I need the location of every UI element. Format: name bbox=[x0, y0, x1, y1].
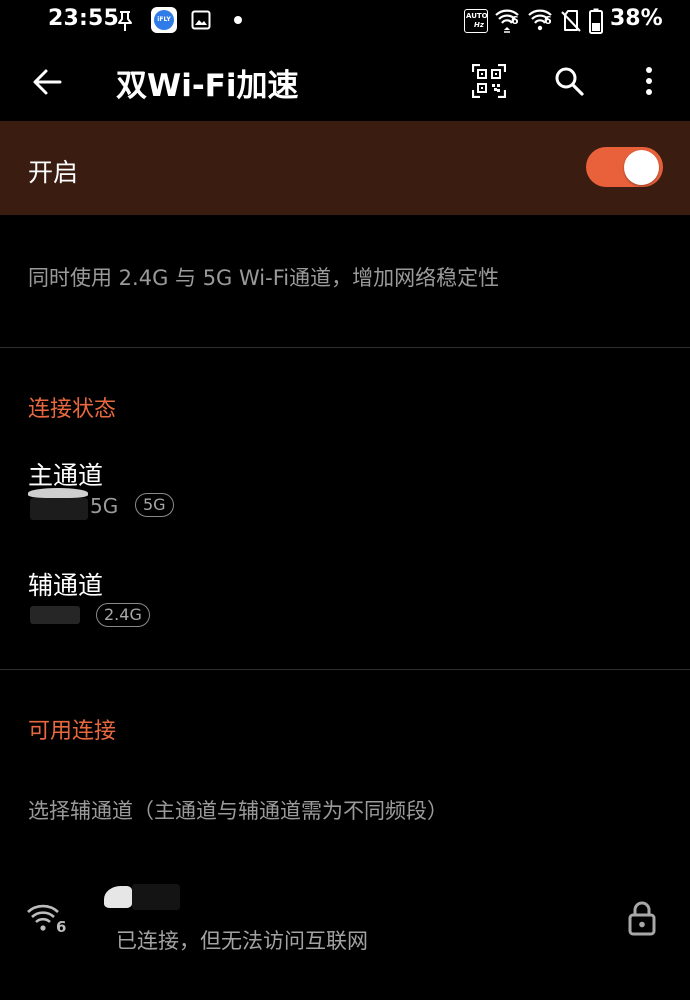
page-title: 双Wi-Fi加速 bbox=[116, 68, 299, 104]
wifi-6-icon: 6 bbox=[26, 902, 66, 938]
redacted-ssid bbox=[104, 886, 132, 908]
secondary-channel-title: 辅通道 bbox=[28, 571, 104, 600]
ifly-label: iFLY bbox=[154, 10, 174, 30]
qr-scan-icon bbox=[472, 64, 506, 98]
qr-scan-button[interactable] bbox=[466, 58, 512, 104]
back-button[interactable] bbox=[24, 58, 72, 106]
arrow-back-icon bbox=[32, 68, 62, 96]
redacted-ssid bbox=[30, 498, 88, 520]
search-button[interactable] bbox=[546, 58, 592, 104]
image-icon bbox=[191, 10, 211, 30]
wifi-6-icon: 6 bbox=[494, 6, 522, 34]
primary-channel-title: 主通道 bbox=[28, 461, 104, 490]
network-list-item[interactable] bbox=[0, 862, 690, 972]
master-toggle-thumb[interactable] bbox=[624, 150, 659, 185]
pin-icon bbox=[116, 10, 134, 32]
divider bbox=[0, 669, 690, 670]
band-badge-2-4g: 2.4G bbox=[96, 603, 150, 627]
redacted-ssid bbox=[28, 488, 88, 498]
secondary-channel-item bbox=[0, 550, 690, 650]
wifi-gen-label: 6 bbox=[544, 14, 552, 27]
section-header-available: 可用连接 bbox=[28, 719, 117, 744]
more-vert-icon bbox=[644, 66, 654, 96]
redacted-ssid bbox=[30, 606, 80, 624]
wifi-gen-label: 6 bbox=[511, 14, 519, 27]
status-time: 23:55 bbox=[48, 6, 120, 31]
hz-label: Hz bbox=[474, 21, 484, 29]
dot-icon bbox=[234, 16, 242, 24]
search-icon bbox=[554, 66, 584, 96]
auto-label: AUTO bbox=[466, 12, 488, 20]
no-sim-icon bbox=[561, 9, 581, 33]
wifi-gen-label: 6 bbox=[56, 918, 67, 936]
primary-channel-item bbox=[0, 440, 690, 540]
auto-hz-icon: AUTO Hz bbox=[464, 9, 488, 33]
feature-description: 同时使用 2.4G 与 5G Wi-Fi通道，增加网络稳定性 bbox=[28, 266, 500, 290]
ifly-app-icon: iFLY bbox=[151, 7, 177, 33]
redacted-ssid bbox=[132, 884, 180, 910]
wifi-6-icon: 6 bbox=[527, 6, 555, 34]
band-badge-5g: 5G bbox=[135, 493, 174, 517]
lock-icon bbox=[627, 900, 657, 936]
primary-ssid-suffix: 5G bbox=[90, 494, 119, 518]
master-switch-label: 开启 bbox=[28, 158, 79, 187]
more-options-button[interactable] bbox=[628, 58, 672, 104]
network-status: 已连接，但无法访问互联网 bbox=[116, 929, 368, 953]
section-header-connection-status: 连接状态 bbox=[28, 397, 117, 422]
battery-percent: 38% bbox=[610, 6, 663, 31]
divider bbox=[0, 347, 690, 348]
battery-icon bbox=[589, 8, 603, 34]
available-hint: 选择辅通道（主通道与辅通道需为不同频段） bbox=[28, 799, 448, 823]
